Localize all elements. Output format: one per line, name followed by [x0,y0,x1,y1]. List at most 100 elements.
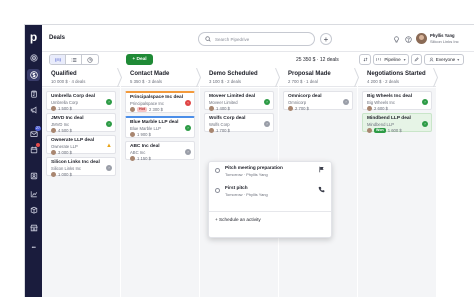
schedule-activity-link[interactable]: + Schedule an activity [215,217,261,222]
activity-checkbox[interactable] [215,188,220,193]
activity-status-icon[interactable]: › [106,165,112,171]
deal-card[interactable]: Silicon Links Inc deal Silicon Links Inc 1… [46,157,116,177]
user-icon [429,57,434,62]
deal-meta: 4 500 $ [51,128,111,133]
lightbulb-icon[interactable] [392,35,400,43]
pipeline-select[interactable]: Pipeline ▾ [373,54,409,65]
list-icon [71,58,76,62]
deals-toolbar: + Deal 25 350 $ · 12 deals Pipeline ▾ Ev… [42,52,474,68]
stage-cards: Big Wheels Inc deal Big Wheels Inc 2 600 $… [358,88,436,297]
activity-status-icon[interactable]: ▲ [106,143,112,149]
activity-status-icon[interactable]: › [264,121,270,127]
owner-filter-select[interactable]: Everyone ▾ [424,54,464,65]
activity-status-icon[interactable]: › [264,99,270,105]
deal-card[interactable]: Moveer Limited deal Moveer Limited 1 400 $… [204,91,274,111]
sort-button[interactable] [359,54,371,65]
deal-company: Principalspace Inc [130,101,164,106]
owner-avatar [130,107,135,112]
deal-meta: 1 000 $ [51,172,111,177]
search-icon [205,36,211,42]
mail-icon[interactable]: 27 [29,126,41,138]
stage-summary: 5 350 $ · 3 deals [130,79,163,84]
deal-value: 1 400 $ [216,106,230,111]
owner-avatar [288,106,293,111]
deal-card[interactable]: Principalspace Inc deal Principalspace In… [125,91,195,113]
deal-meta: 1 900 $ [130,132,190,137]
forecast-view-button[interactable] [82,55,98,64]
deal-company: Blue Marble LLP [130,126,161,131]
owner-avatar [367,128,372,133]
owner-avatar [51,106,56,111]
deal-card[interactable]: Wolfs Corp deal Wolfs Corp 1 700 $ › [204,113,274,133]
activity-item[interactable]: Pitch meeting preparation Tomorrow · Phy… [209,162,331,182]
add-deal-button[interactable]: + Deal [126,54,153,65]
deal-meta: Hot 2 300 $ [130,107,190,112]
stage-arrow-icon [433,67,439,88]
flag-icon [318,166,325,173]
deal-card[interactable]: Ownerate LLP deal Ownerate LLP 3 000 $ ▲ [46,135,116,155]
deal-meta: 2 700 $ [288,106,348,111]
stage-header[interactable]: Contact Made 5 350 $ · 3 deals [121,67,202,88]
deal-card[interactable]: JMVD Inc deal JMVD Inc 4 500 $ › [46,113,116,133]
stage-cards: Principalspace Inc deal Principalspace In… [121,88,199,297]
activity-item[interactable]: First pitch Tomorrow · Phyllis Yang [209,182,331,202]
quick-add-button[interactable]: + [320,33,332,45]
more-icon[interactable]: ••• [29,243,38,252]
activity-status-icon[interactable]: ‹ [185,100,191,106]
user-company: Silicon Links Inc [430,39,459,44]
stage-column: Contact Made 5 350 $ · 3 deals Principalsp… [121,67,202,297]
sidebar: p 27 ••• [25,25,42,297]
mail-count-badge: 27 [35,126,41,131]
deal-value: 1 600 $ [387,128,402,133]
clipboard-icon[interactable] [29,89,38,98]
deal-company: Big Wheels Inc [367,100,395,105]
search-bar[interactable] [198,32,315,46]
store-icon[interactable] [29,223,38,232]
deal-title: Moveer Limited deal [209,94,256,99]
search-input[interactable] [215,36,305,42]
avatar[interactable] [416,33,427,44]
megaphone-icon[interactable] [29,105,38,114]
deal-card[interactable]: Umbrella Corp deal Umbrella Corp 1 500 $ › [46,91,116,111]
activity-checkbox[interactable] [215,168,220,173]
activity-status-icon[interactable]: › [422,99,428,105]
deal-card[interactable]: ABC Inc deal ABC Inc 1 150 $ › [125,141,195,161]
deal-company: Moveer Limited [209,100,238,105]
pipedrive-logo[interactable]: p [28,31,39,44]
deal-card[interactable]: Blue Marble LLP deal Blue Marble LLP 1 900… [125,116,195,138]
owner-avatar [209,106,214,111]
stage-header[interactable]: Proposal Made 2 700 $ · 1 deal [279,67,360,88]
deal-card[interactable]: Omnicorp deal Omnicorp 2 700 $ › [283,91,353,111]
stage-header[interactable]: Demo Scheduled 3 100 $ · 2 deals [200,67,281,88]
dollar-icon[interactable] [27,69,40,81]
help-icon[interactable] [404,35,412,43]
stage-title: Negotiations Started [367,71,426,77]
deal-title: Blue Marble LLP deal [130,120,179,125]
list-view-button[interactable] [66,55,82,64]
target-icon[interactable] [29,53,38,62]
pipeline-label: Pipeline [384,57,401,62]
deal-card[interactable]: Mindbend LLP deal Mindbend LLP Won 1 600 $ › [362,113,432,133]
stage-header[interactable]: Negotiations Started 4 200 $ · 2 deals [358,67,439,88]
calendar-icon[interactable] [29,143,40,154]
stage-header[interactable]: Qualified 10 000 $ · 4 deals [42,67,123,88]
deal-card[interactable]: Big Wheels Inc deal Big Wheels Inc 2 600 $… [362,91,432,111]
activity-status-icon[interactable]: › [343,99,349,105]
contacts-icon[interactable] [29,171,38,180]
activity-status-icon[interactable]: › [422,121,428,127]
deal-title: JMVD Inc deal [51,116,84,121]
box-icon[interactable] [29,205,38,214]
deal-value: 2 700 $ [295,106,309,111]
activity-status-icon[interactable]: › [106,121,112,127]
activity-status-icon[interactable]: › [185,125,191,131]
pipeline-view-button[interactable] [50,55,66,64]
deal-tag: Won [374,128,386,133]
activity-status-icon[interactable]: › [185,149,191,155]
deal-value: 1 900 $ [137,132,151,137]
deal-value: 3 000 $ [58,150,72,155]
stage-summary: 10 000 $ · 4 deals [51,79,86,84]
activity-status-icon[interactable]: › [106,99,112,105]
edit-pipeline-button[interactable] [411,54,422,65]
chart-icon[interactable] [29,189,38,198]
deal-title: Umbrella Corp deal [51,94,95,99]
